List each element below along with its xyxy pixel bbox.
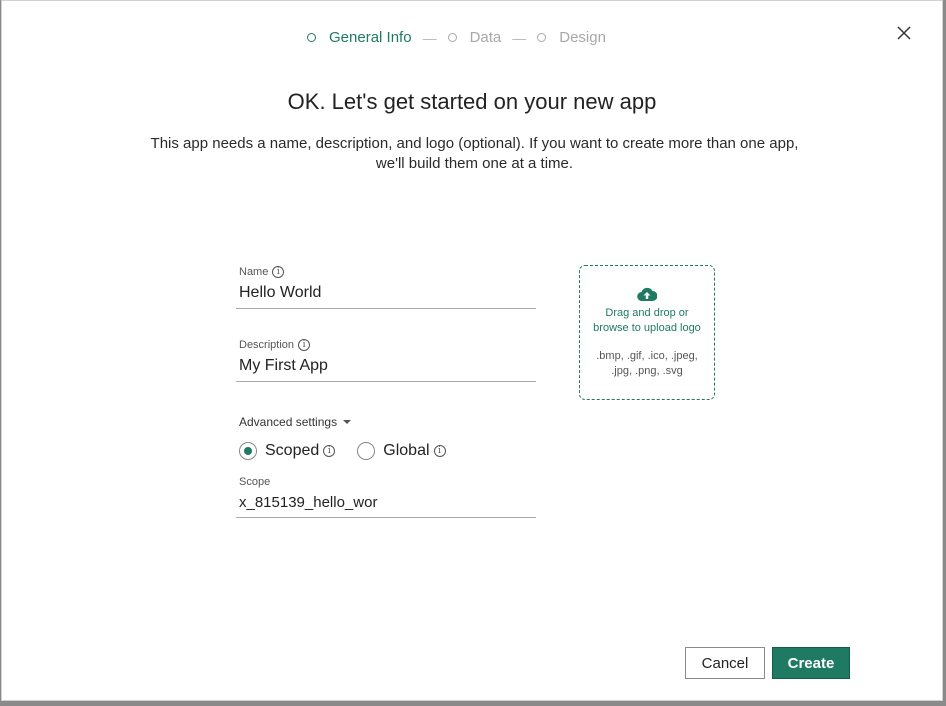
scope-radio-group: Scoped i Global i bbox=[239, 442, 468, 460]
advanced-settings-label: Advanced settings bbox=[239, 415, 338, 429]
close-icon bbox=[897, 26, 911, 40]
description-label: Description bbox=[239, 339, 295, 351]
name-input[interactable] bbox=[236, 280, 536, 309]
step-label: Data bbox=[469, 29, 502, 46]
step-data: Data bbox=[447, 29, 502, 46]
radio-global[interactable]: Global i bbox=[357, 442, 446, 460]
step-separator: — bbox=[512, 29, 527, 46]
step-design: Design bbox=[537, 29, 606, 46]
info-icon[interactable]: i bbox=[433, 445, 446, 457]
description-input[interactable] bbox=[236, 353, 536, 382]
create-button[interactable]: Create bbox=[772, 647, 850, 679]
close-button[interactable] bbox=[894, 23, 914, 43]
name-field-group: Name i bbox=[236, 264, 536, 309]
scope-field-group: Scope bbox=[236, 474, 536, 518]
step-separator: — bbox=[422, 29, 437, 46]
step-label: General Info bbox=[329, 29, 412, 46]
scope-label: Scope bbox=[239, 476, 271, 488]
cloud-upload-icon bbox=[637, 287, 657, 302]
dialog-title: OK. Let's get started on your new app bbox=[287, 89, 657, 114]
step-circle-icon bbox=[447, 33, 457, 42]
stepper: General Info — Data — Design bbox=[2, 29, 942, 51]
radio-scoped[interactable]: Scoped i bbox=[239, 442, 336, 460]
upload-instructions: Drag and drop or browse to upload logo bbox=[580, 306, 714, 336]
advanced-settings-toggle[interactable]: Advanced settings bbox=[239, 415, 352, 429]
logo-upload-dropzone[interactable]: Drag and drop or browse to upload logo .… bbox=[579, 265, 715, 400]
dialog-subtitle: This app needs a name, description, and … bbox=[132, 134, 817, 174]
radio-button[interactable] bbox=[239, 442, 257, 460]
subtitle-line: we'll build them one at a time. bbox=[375, 155, 574, 172]
upload-text-line: browse to upload logo bbox=[593, 322, 701, 334]
upload-file-types: .bmp, .gif, .ico, .jpeg, .jpg, .png, .sv… bbox=[580, 349, 714, 379]
radio-button[interactable] bbox=[357, 442, 376, 460]
name-label: Name bbox=[239, 266, 269, 278]
step-label: Design bbox=[559, 29, 606, 46]
caret-down-icon bbox=[343, 420, 352, 424]
scope-input[interactable] bbox=[236, 490, 536, 518]
step-circle-icon bbox=[537, 33, 547, 42]
create-app-dialog: General Info — Data — Design OK. Let's g… bbox=[1, 0, 943, 701]
file-types-line: .bmp, .gif, .ico, .jpeg, bbox=[596, 350, 698, 362]
step-general-info: General Info bbox=[307, 29, 412, 46]
radio-label: Scoped bbox=[265, 442, 320, 459]
info-icon[interactable]: i bbox=[298, 339, 311, 351]
upload-text-line: Drag and drop or bbox=[605, 307, 689, 319]
cancel-button[interactable]: Cancel bbox=[685, 647, 765, 679]
file-types-line: .jpg, .png, .svg bbox=[611, 365, 683, 377]
info-icon[interactable]: i bbox=[272, 266, 285, 278]
subtitle-line: This app needs a name, description, and … bbox=[150, 135, 799, 152]
step-circle-icon bbox=[307, 33, 316, 42]
radio-label: Global bbox=[383, 442, 430, 459]
description-field-group: Description i bbox=[236, 337, 536, 382]
info-icon[interactable]: i bbox=[323, 445, 336, 457]
